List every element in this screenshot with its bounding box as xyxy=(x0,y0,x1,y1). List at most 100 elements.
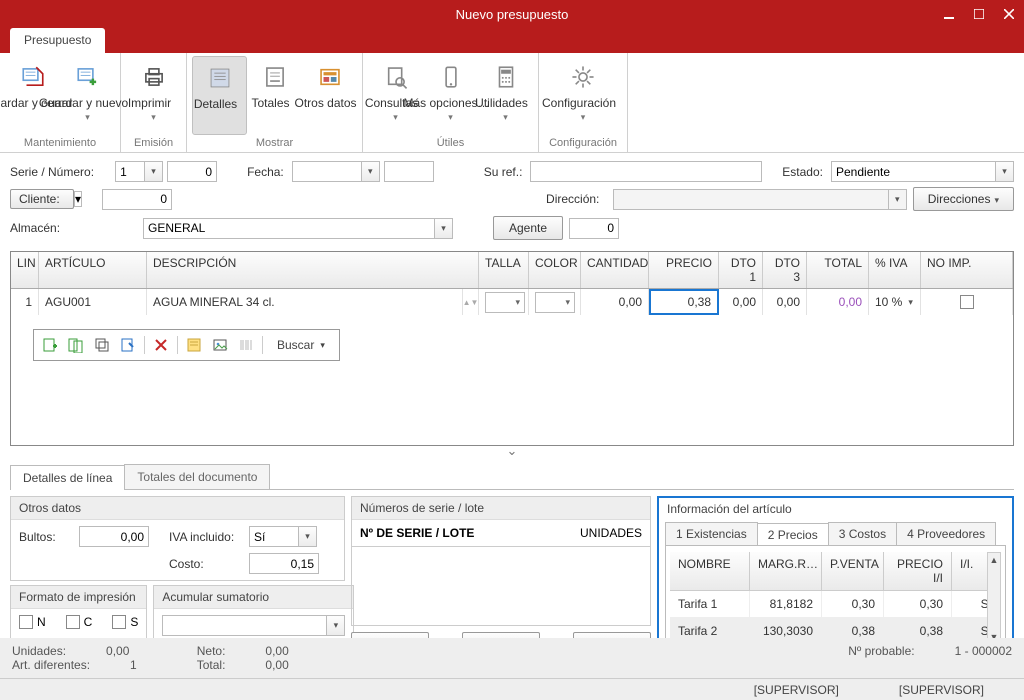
details-button[interactable]: Detalles xyxy=(192,56,247,135)
grid-header-noimp[interactable]: NO IMP. xyxy=(921,252,1013,288)
tab-detalles-linea[interactable]: Detalles de línea xyxy=(10,465,125,490)
cell-cantidad[interactable]: 0,00 xyxy=(581,289,649,315)
delete-row-icon[interactable] xyxy=(151,335,171,355)
fecha2-input[interactable] xyxy=(384,161,434,182)
chevron-down-icon[interactable]: ▾ xyxy=(435,218,453,239)
desc-spinner[interactable]: ▲▼ xyxy=(463,289,479,315)
cell-noimp[interactable] xyxy=(921,289,1013,315)
save-new-icon xyxy=(70,59,106,95)
tab-totales-documento[interactable]: Totales del documento xyxy=(124,464,270,489)
grid-header-dto3[interactable]: DTO 3 xyxy=(763,252,807,288)
number-input[interactable] xyxy=(167,161,217,182)
info-col-marg[interactable]: MARG.R… xyxy=(750,552,822,590)
scroll-up-icon[interactable]: ▲ xyxy=(988,553,1000,567)
grid-header-dto1[interactable]: DTO 1 xyxy=(719,252,763,288)
cell-talla[interactable]: ▾ xyxy=(479,289,529,315)
nprob-label: Nº probable: xyxy=(848,644,914,658)
fecha-combo[interactable]: ▾ xyxy=(292,161,380,182)
save-new-button[interactable]: Guardar y nuevo ▾ xyxy=(60,56,115,135)
cliente-code-input[interactable] xyxy=(102,189,172,210)
image-icon[interactable] xyxy=(210,335,230,355)
iva-incl-combo[interactable]: ▾ xyxy=(249,526,329,547)
costo-input[interactable] xyxy=(249,553,319,574)
check-c[interactable]: C xyxy=(66,615,93,629)
total-label: Total: xyxy=(197,658,226,672)
config-button[interactable]: Configuración ▾ xyxy=(544,56,622,135)
agente-button[interactable]: Agente xyxy=(493,216,563,240)
minimize-button[interactable] xyxy=(934,0,964,28)
cliente-dropdown[interactable]: ▾ xyxy=(74,191,82,207)
cell-lin[interactable]: 1 xyxy=(11,289,39,315)
close-button[interactable] xyxy=(994,0,1024,28)
chevron-down-icon[interactable]: ▾ xyxy=(362,161,380,182)
cell-color[interactable]: ▾ xyxy=(529,289,581,315)
serie-input[interactable] xyxy=(115,161,145,182)
tab-existencias[interactable]: 1 Existencias xyxy=(665,522,758,545)
serie-serie-combo[interactable]: ▾ xyxy=(115,161,163,182)
expander-toggle[interactable]: ⌄ xyxy=(0,446,1024,460)
suref-input[interactable] xyxy=(530,161,762,182)
grid-header-total[interactable]: TOTAL xyxy=(807,252,869,288)
cliente-button[interactable]: Cliente: xyxy=(10,189,74,209)
scrollbar[interactable]: ▲ ▼ xyxy=(987,552,1001,645)
grid-row[interactable]: 1 AGU001 AGUA MINERAL 34 cl. ▲▼ ▾ ▾ 0,00… xyxy=(11,289,1013,315)
almacen-combo[interactable]: ▾ xyxy=(143,218,453,239)
cell-dto3[interactable]: 0,00 xyxy=(763,289,807,315)
tab-precios[interactable]: 2 Precios xyxy=(757,523,829,546)
panel-formato: Formato de impresión N C S xyxy=(10,585,147,643)
cell-precio[interactable]: 0,38 xyxy=(649,289,719,315)
direcciones-button[interactable]: Direcciones xyxy=(913,187,1014,211)
panel-title: Acumular sumatorio xyxy=(154,586,353,609)
cell-iva[interactable]: 10 %▾ xyxy=(869,289,921,315)
edit-row-icon[interactable] xyxy=(118,335,138,355)
cell-dto1[interactable]: 0,00 xyxy=(719,289,763,315)
cell-descripcion[interactable]: AGUA MINERAL 34 cl. xyxy=(147,289,463,315)
note-icon[interactable] xyxy=(184,335,204,355)
chevron-down-icon[interactable]: ▾ xyxy=(145,161,163,182)
agente-code-input[interactable] xyxy=(569,218,619,239)
insert-row-icon[interactable] xyxy=(66,335,86,355)
cell-articulo[interactable]: AGU001 xyxy=(39,289,147,315)
add-row-icon[interactable] xyxy=(40,335,60,355)
grid-header-articulo[interactable]: ARTÍCULO xyxy=(39,252,147,288)
fecha-input[interactable] xyxy=(292,161,362,182)
grid-header-descripcion[interactable]: DESCRIPCIÓN xyxy=(147,252,479,288)
panel-acumular: Acumular sumatorio ▾ xyxy=(153,585,354,643)
artdif-label: Art. diferentes: xyxy=(12,658,90,672)
tab-presupuesto[interactable]: Presupuesto xyxy=(10,28,105,53)
more-options-button[interactable]: Más opciones… ▾ xyxy=(423,56,478,135)
cliente-name-input[interactable] xyxy=(176,189,546,210)
grid-header-color[interactable]: COLOR xyxy=(529,252,581,288)
info-col-pventa[interactable]: P.VENTA xyxy=(822,552,884,590)
search-page-icon xyxy=(378,59,414,95)
estado-input[interactable] xyxy=(831,161,996,182)
grid-header-precio[interactable]: PRECIO xyxy=(649,252,719,288)
info-col-nombre[interactable]: NOMBRE xyxy=(670,552,750,590)
acumular-combo[interactable]: ▾ xyxy=(162,615,345,636)
chevron-down-icon[interactable]: ▾ xyxy=(327,615,345,636)
tab-costos[interactable]: 3 Costos xyxy=(828,522,897,545)
grid-header-lin[interactable]: LIN xyxy=(11,252,39,288)
utilities-button[interactable]: Utilidades ▾ xyxy=(478,56,533,135)
info-row[interactable]: Tarifa 1 81,8182 0,30 0,30 Sí xyxy=(670,591,1001,618)
print-button[interactable]: Imprimir ▾ xyxy=(126,56,181,135)
grid-header-cantidad[interactable]: CANTIDAD xyxy=(581,252,649,288)
copy-row-icon[interactable] xyxy=(92,335,112,355)
bultos-input[interactable] xyxy=(79,526,149,547)
almacen-input[interactable] xyxy=(143,218,435,239)
tab-proveedores[interactable]: 4 Proveedores xyxy=(896,522,996,545)
grid-header-talla[interactable]: TALLA xyxy=(479,252,529,288)
grid-header-iva[interactable]: % IVA xyxy=(869,252,921,288)
direccion-combo[interactable]: ▾ xyxy=(613,189,906,210)
check-s[interactable]: S xyxy=(112,615,138,629)
maximize-button[interactable] xyxy=(964,0,994,28)
chevron-down-icon[interactable]: ▾ xyxy=(996,161,1014,182)
check-n[interactable]: N xyxy=(19,615,46,629)
estado-combo[interactable]: ▾ xyxy=(831,161,1014,182)
grid-search-button[interactable]: Buscar▾ xyxy=(269,338,333,352)
info-col-precioii[interactable]: PRECIO I/I xyxy=(884,552,952,590)
chevron-down-icon[interactable]: ▾ xyxy=(299,526,317,547)
other-data-button[interactable]: Otros datos xyxy=(302,56,357,135)
ribbon-group-label: Mostrar xyxy=(256,135,293,150)
cell-total[interactable]: 0,00 xyxy=(807,289,869,315)
